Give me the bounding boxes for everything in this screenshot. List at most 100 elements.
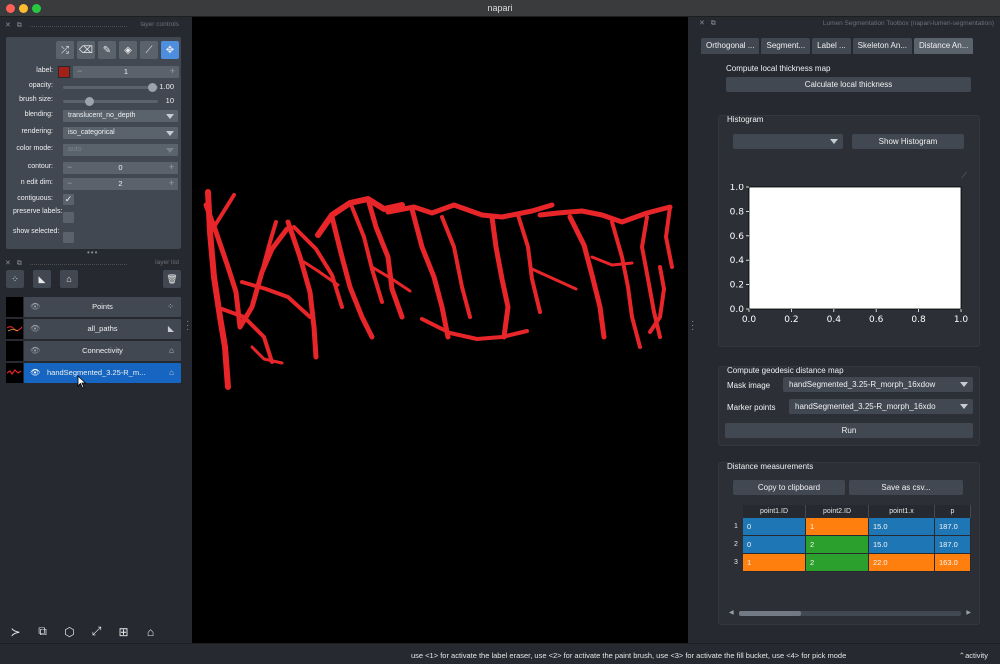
roll-dims-icon[interactable]: ⬡ <box>60 622 79 641</box>
table-cell[interactable]: 1 <box>743 554 806 572</box>
row-header[interactable]: 3 <box>729 554 743 572</box>
activity-button[interactable]: ⌃activity <box>959 651 988 660</box>
color-picker-icon[interactable]: ⟋ <box>140 41 158 59</box>
scroll-left-icon[interactable]: ◀ <box>729 609 734 616</box>
color-mode-select[interactable]: auto <box>63 144 178 156</box>
run-button[interactable]: Run <box>725 423 973 438</box>
layer-list: 👁 Points ⁘ 👁 all_paths ◣ 👁 Connectivity … <box>6 297 181 385</box>
brush-size-slider-knob[interactable] <box>85 97 94 106</box>
calculate-thickness-button[interactable]: Calculate local thickness <box>726 77 971 92</box>
row-header[interactable]: 2 <box>729 536 743 554</box>
mouse-cursor-icon <box>77 375 87 389</box>
distance-table: point1.ID point2.ID point1.x p 1 0 1 15.… <box>729 505 971 575</box>
toggle-ndisplay-icon[interactable]: ⧉ <box>33 622 52 641</box>
opacity-row: opacity: 1.00 <box>6 80 181 94</box>
rendering-select[interactable]: iso_categorical <box>63 127 178 139</box>
layer-row-points[interactable]: 👁 Points ⁘ <box>6 297 181 317</box>
table-cell[interactable]: 187.0 <box>935 536 971 554</box>
left-splitter-handle[interactable]: · · · <box>186 317 189 335</box>
shuffle-colors-icon[interactable]: ⤮ <box>56 41 74 59</box>
column-header[interactable]: point1.x <box>869 505 935 518</box>
dock-float-icon[interactable]: ✕ ⧉ <box>5 21 24 30</box>
table-cell[interactable]: 0 <box>743 518 806 536</box>
histogram-layer-select[interactable] <box>733 134 843 149</box>
dock-drag-handle[interactable] <box>30 26 127 27</box>
pan-zoom-icon[interactable]: ✥ <box>161 41 179 59</box>
resize-grip-icon[interactable]: ⟋ <box>961 171 967 181</box>
opacity-slider-knob[interactable] <box>148 83 157 92</box>
layer-name: Connectivity <box>82 346 123 355</box>
chevron-down-icon <box>166 131 174 136</box>
eraser-icon[interactable]: ⌫ <box>77 41 95 59</box>
layer-row-all-paths[interactable]: 👁 all_paths ◣ <box>6 319 181 339</box>
segmentation-image <box>203 189 674 390</box>
console-icon[interactable]: ≻ <box>6 622 25 641</box>
fill-bucket-icon[interactable]: ◈ <box>119 41 137 59</box>
marker-points-select[interactable]: handSegmented_3.25-R_morph_16xdo <box>789 399 973 414</box>
blending-select[interactable]: translucent_no_depth <box>63 110 178 122</box>
tab-skeleton-analysis[interactable]: Skeleton An... <box>852 38 913 54</box>
paint-brush-icon[interactable]: ✎ <box>98 41 116 59</box>
splitter-handle[interactable]: ••• <box>87 248 98 257</box>
table-cell[interactable]: 2 <box>806 536 869 554</box>
show-selected-checkbox[interactable] <box>63 232 74 243</box>
eye-icon[interactable]: 👁 <box>30 302 40 311</box>
home-icon[interactable]: ⌂ <box>141 622 160 641</box>
column-header[interactable]: point1.ID <box>743 505 806 518</box>
viewer-canvas[interactable] <box>192 17 688 643</box>
layer-row-hand-segmented[interactable]: 👁 handSegmented_3.25-R_m... ⌂ <box>6 363 181 383</box>
tab-distance-analysis[interactable]: Distance An... <box>914 38 974 54</box>
tab-orthogonal[interactable]: Orthogonal ... <box>701 38 760 54</box>
mask-image-select[interactable]: handSegmented_3.25-R_morph_16xdow <box>783 377 973 392</box>
increment-icon[interactable]: + <box>169 162 174 172</box>
table-cell[interactable]: 187.0 <box>935 518 971 536</box>
contiguous-checkbox[interactable]: ✓ <box>63 194 74 205</box>
new-points-layer-icon[interactable]: ⁘ <box>6 270 24 288</box>
brush-size-slider[interactable] <box>63 97 158 106</box>
save-as-csv-button[interactable]: Save as csv... <box>849 480 963 495</box>
eye-icon[interactable]: 👁 <box>30 324 40 333</box>
increment-icon[interactable]: + <box>169 178 174 188</box>
right-splitter-handle[interactable]: · · · <box>691 317 694 335</box>
table-cell[interactable]: 2 <box>806 554 869 572</box>
column-header[interactable]: point2.ID <box>806 505 869 518</box>
eye-icon[interactable]: 👁 <box>30 368 40 377</box>
table-cell[interactable]: 22.0 <box>869 554 935 572</box>
layer-list-header: ✕ ⧉ layer list <box>0 258 187 270</box>
distance-title: Distance measurements <box>727 462 814 471</box>
table-horizontal-scrollbar[interactable]: ◀ ▶ <box>729 609 971 617</box>
column-header[interactable]: p <box>935 505 971 518</box>
layer-row-connectivity[interactable]: 👁 Connectivity ⌂ <box>6 341 181 361</box>
tab-label[interactable]: Label ... <box>812 38 851 54</box>
grid-mode-icon[interactable]: ⊞ <box>114 622 133 641</box>
table-cell[interactable]: 163.0 <box>935 554 971 572</box>
table-cell[interactable]: 1 <box>806 518 869 536</box>
label-spinbox[interactable]: − 1 + <box>73 66 179 78</box>
show-histogram-button[interactable]: Show Histogram <box>852 134 964 149</box>
opacity-slider[interactable] <box>63 83 158 92</box>
delete-layer-icon[interactable]: 🗑 <box>163 270 181 288</box>
scroll-thumb[interactable] <box>739 611 801 616</box>
y-tick-label: 0.6 <box>730 232 745 242</box>
dock-close-float-icon[interactable]: ✕ ⧉ <box>699 19 718 28</box>
marker-points-value: handSegmented_3.25-R_morph_16xdo <box>795 402 936 411</box>
table-cell[interactable]: 15.0 <box>869 536 935 554</box>
row-header[interactable]: 1 <box>729 518 743 536</box>
new-shapes-layer-icon[interactable]: ◣ <box>33 270 51 288</box>
geodesic-group: Compute geodesic distance map Mask image… <box>718 366 980 446</box>
n-edit-dim-spinbox[interactable]: − 2 + <box>63 178 178 190</box>
scroll-right-icon[interactable]: ▶ <box>966 609 971 616</box>
preserve-labels-checkbox[interactable] <box>63 212 74 223</box>
table-cell[interactable]: 0 <box>743 536 806 554</box>
transpose-dims-icon[interactable]: ⤢ <box>87 622 106 641</box>
right-dock: ✕ ⧉ Lumen Segmentation Toolbox (napari-l… <box>697 17 1000 643</box>
tab-segmentation[interactable]: Segment... <box>761 38 811 54</box>
new-labels-layer-icon[interactable]: ⌂ <box>60 270 78 288</box>
contour-spinbox[interactable]: − 0 + <box>63 162 178 174</box>
dock-float-icon[interactable]: ✕ ⧉ <box>5 259 24 268</box>
copy-to-clipboard-button[interactable]: Copy to clipboard <box>733 480 845 495</box>
dock-drag-handle[interactable] <box>30 264 127 265</box>
eye-icon[interactable]: 👁 <box>30 346 40 355</box>
table-cell[interactable]: 15.0 <box>869 518 935 536</box>
increment-icon[interactable]: + <box>170 66 175 76</box>
